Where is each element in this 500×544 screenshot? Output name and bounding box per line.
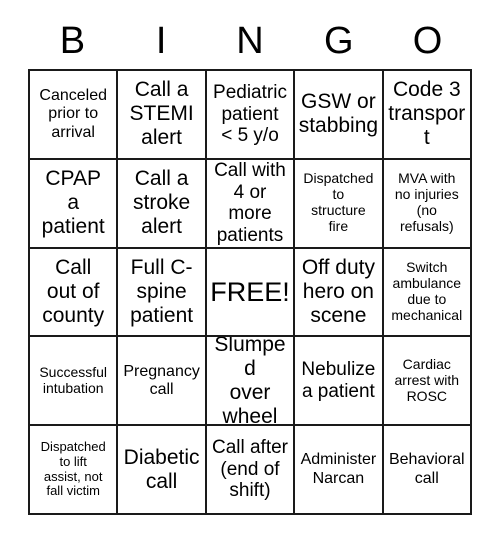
bingo-cell[interactable]: Slumped over wheel [206,337,296,427]
bingo-cell[interactable]: GSW or stabbing [295,71,384,160]
bingo-cell-label: Successful intubation [39,363,108,396]
bingo-cell-label: Administer Narcan [300,451,377,487]
bingo-cell-label: Diabetic call [123,445,200,493]
bingo-cell[interactable]: Successful intubation [30,337,119,427]
bingo-cell[interactable]: Call a STEMI alert [118,71,207,160]
bingo-cell-label: Code 3 transport [388,78,466,150]
bingo-cell[interactable]: Cardiac arrest with ROSC [383,337,472,427]
bingo-cell-label: Switch ambulance due to mechanical [391,259,463,323]
bingo-cell[interactable]: Dispatched to lift assist, not fall vict… [30,426,119,515]
bingo-cell-label: Behavioral call [388,451,465,487]
header-letter-n: N [236,20,264,62]
bingo-cell[interactable]: Off duty hero on scene [295,248,384,338]
bingo-cell-label: Cardiac arrest with ROSC [394,355,460,404]
bingo-cell-label: Call a stroke alert [133,167,191,239]
bingo-cell-label: Off duty hero on scene [301,256,375,327]
bingo-cell-label: Call a STEMI alert [129,78,194,150]
bingo-cell[interactable]: CPAP a patient [30,159,119,249]
bingo-cell[interactable]: Call after (end of shift) [206,426,296,515]
bingo-cell[interactable]: Switch ambulance due to mechanical [383,248,472,338]
bingo-header: B I N G O [28,14,472,68]
bingo-cell-label: Dispatched to lift assist, not fall vict… [40,438,106,499]
header-letter-o: O [412,20,443,62]
bingo-cell[interactable]: Full C- spine patient [118,248,207,338]
bingo-cell[interactable]: Call out of county [30,248,119,338]
bingo-cell-label: Slumped over wheel [214,337,286,427]
header-letter-b: B [59,20,86,62]
bingo-cell-label: Canceled prior to arrival [39,87,107,141]
bingo-cell-label: Call with 4 or more patients [214,159,286,246]
bingo-cell-label: Call out of county [42,256,105,327]
header-letter-i: I [155,20,167,62]
bingo-cell-label: FREE! [210,276,290,307]
bingo-cell[interactable]: Call a stroke alert [118,159,207,249]
bingo-cell-label: GSW or stabbing [298,90,379,138]
bingo-cell[interactable]: Pediatric patient < 5 y/o [206,71,296,160]
bingo-cell[interactable]: Administer Narcan [295,426,384,515]
bingo-cell-label: Call after (end of shift) [211,437,288,502]
bingo-grid: Canceled prior to arrival Call a STEMI al… [28,69,472,515]
bingo-cell-label: Full C- spine patient [130,256,194,327]
bingo-cell[interactable]: Call with 4 or more patients [206,159,296,249]
bingo-cell[interactable]: Diabetic call [118,426,207,515]
header-letter-g: G [324,20,354,62]
bingo-cell-label: Pediatric patient < 5 y/o [213,81,287,147]
bingo-cell[interactable]: Canceled prior to arrival [30,71,119,160]
bingo-cell-label: Nebulize a patient [301,359,376,402]
bingo-cell[interactable]: Behavioral call [383,426,472,515]
bingo-card: B I N G O Canceled prior to arrival Call … [0,0,500,544]
bingo-cell[interactable]: Nebulize a patient [295,337,384,427]
bingo-cell[interactable]: Pregnancy call [118,337,207,427]
bingo-cell[interactable]: Code 3 transport [383,71,472,160]
bingo-cell-label: CPAP a patient [41,167,105,239]
bingo-cell-label: Dispatched to structure fire [303,170,374,235]
bingo-cell[interactable]: MVA with no injuries (no refusals) [383,159,472,249]
bingo-cell-label: MVA with no injuries (no refusals) [394,170,459,235]
bingo-cell[interactable]: FREE! [206,248,296,338]
bingo-cell[interactable]: Dispatched to structure fire [295,159,384,249]
bingo-cell-label: Pregnancy call [123,362,200,398]
